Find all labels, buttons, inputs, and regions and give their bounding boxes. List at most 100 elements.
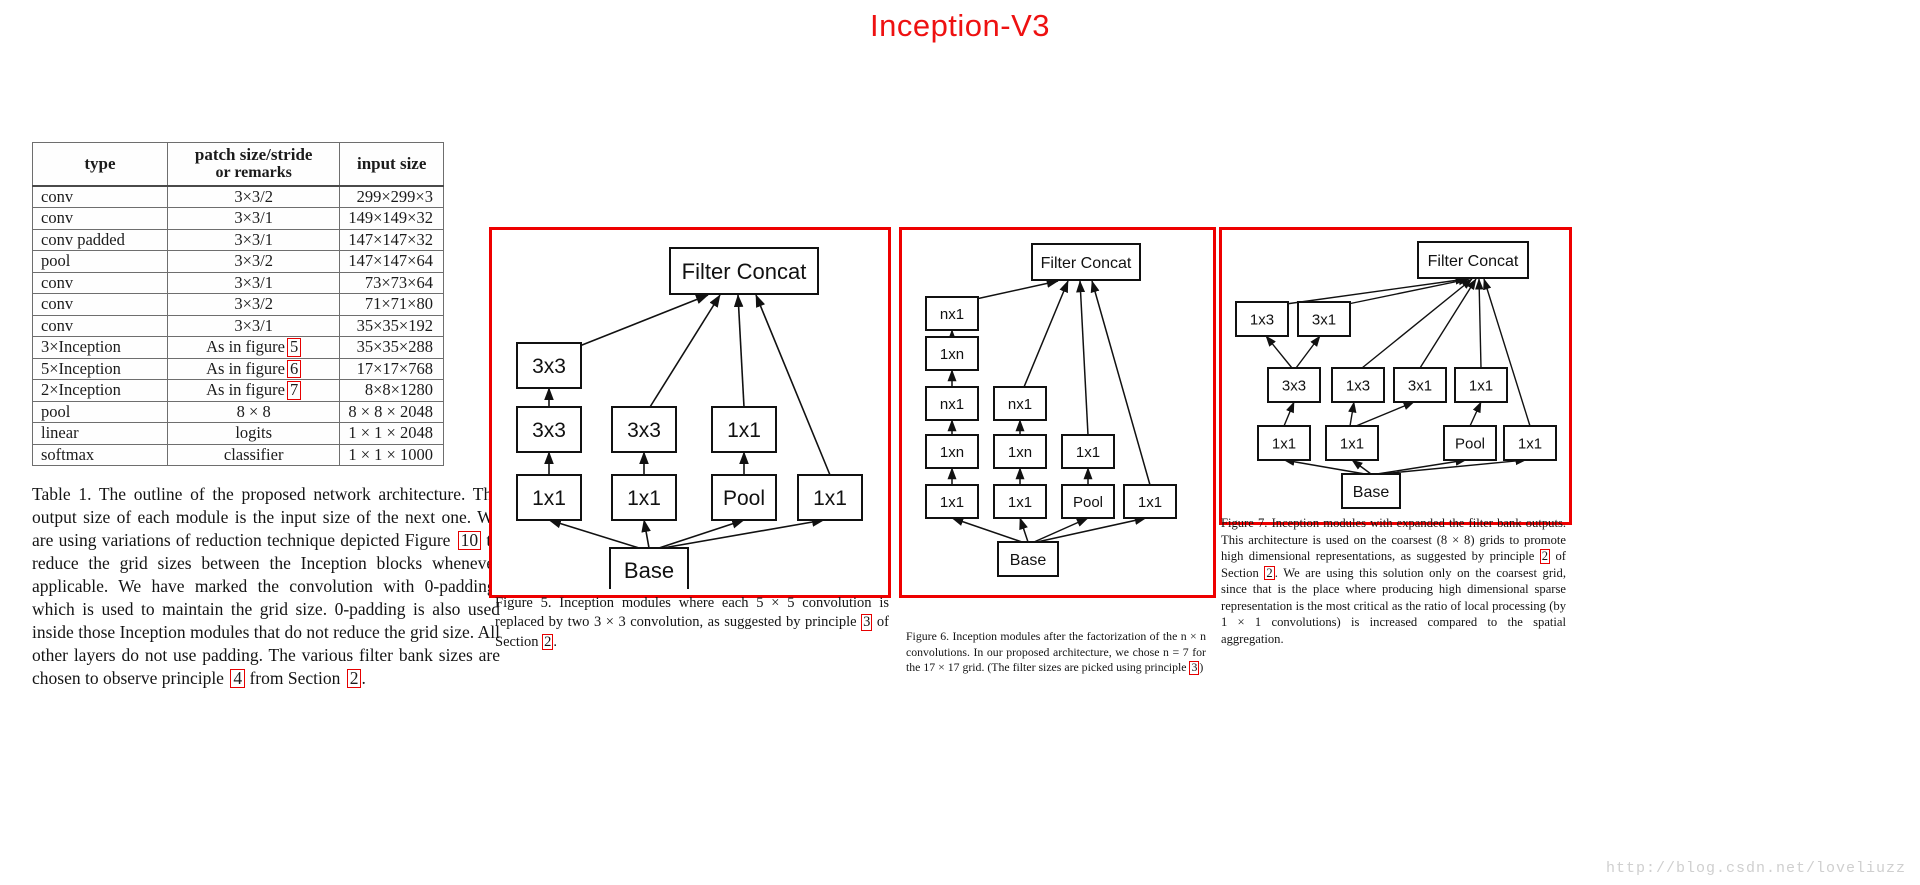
- node-filter-concat: Filter Concat: [1031, 243, 1141, 281]
- connector-arrow: [733, 294, 745, 408]
- node-label: 3x3: [532, 419, 566, 442]
- figure5-panel: Filter Concat 3x3 3x3 1x1 3x3 1x1 1x1 Pool 1x1 Ba…: [489, 227, 891, 598]
- node-label: 1x1: [1340, 435, 1364, 452]
- connector-arrow: [662, 517, 825, 549]
- figure-reference-link[interactable]: 7: [286, 381, 302, 400]
- node-label: 3x1: [1312, 311, 1336, 328]
- cell-type: conv: [32, 314, 168, 338]
- connector-arrow: [1355, 401, 1415, 427]
- node-label: 1x1: [532, 487, 566, 510]
- node-1x1-col3: 1x1: [1061, 434, 1115, 469]
- node-label: 3x3: [532, 355, 566, 378]
- connector-arrow: [1036, 516, 1147, 543]
- node-label: 1xn: [940, 346, 964, 363]
- node-1x1-bottom-2: 1x1: [1325, 425, 1379, 461]
- table-row: 5×Inception As in figure 6 17×17×768: [32, 357, 444, 381]
- col-header-patch-line1: patch size/stride: [194, 145, 313, 164]
- node-1x1-mid: 1x1: [1454, 367, 1508, 403]
- node-label: Filter Concat: [1041, 255, 1132, 272]
- cell-type: pool: [32, 400, 168, 424]
- figure7-diagram: Filter Concat 1x3 3x1 3x3 1x3 3x1 1x1 1x1 1x1 Poo…: [1235, 241, 1557, 509]
- node-1x1-bottom-1: 1x1: [1257, 425, 1311, 461]
- node-label: 1x3: [1250, 311, 1274, 328]
- node-label: Pool: [1455, 435, 1485, 452]
- node-base: Base: [609, 547, 689, 589]
- connector-arrow: [1033, 517, 1089, 543]
- cell-input-size: 71×71×80: [339, 293, 444, 316]
- reference-link[interactable]: 3: [1189, 661, 1200, 675]
- connector-arrow: [1283, 401, 1295, 427]
- table-row: linear logits 1 × 1 × 2048: [32, 422, 444, 445]
- figure7-caption: Figure 7. Inception modules with expande…: [1221, 516, 1567, 646]
- cell-input-size: 1 × 1 × 1000: [339, 443, 444, 467]
- node-label: nx1: [940, 306, 964, 323]
- cell-input-size: 17×17×768: [339, 357, 444, 381]
- reference-link[interactable]: 2: [1264, 565, 1275, 581]
- figure5-caption: Figure 5. Inception modules where each 5…: [495, 595, 889, 651]
- reference-link[interactable]: 4: [230, 668, 246, 688]
- node-label: 3x3: [1282, 377, 1306, 394]
- node-label: 3x3: [627, 419, 661, 442]
- cell-type: 3×Inception: [32, 336, 168, 359]
- reference-link[interactable]: 2: [542, 633, 554, 651]
- reference-link[interactable]: 3: [861, 614, 873, 631]
- architecture-table: type patch size/stride or remarks input …: [32, 141, 444, 467]
- node-base: Base: [997, 541, 1059, 577]
- reference-link[interactable]: 2: [346, 668, 362, 688]
- node-label: 1x1: [940, 494, 964, 511]
- node-1x1-col2: 1x1: [611, 474, 677, 521]
- table-row: conv 3×3/2 71×71×80: [32, 293, 444, 316]
- cell-input-size: 73×73×64: [339, 271, 444, 295]
- figure-reference-link[interactable]: 6: [286, 359, 302, 379]
- connector-arrow: [951, 517, 1023, 543]
- connector-arrow: [1361, 278, 1473, 369]
- cell-type: 2×Inception: [32, 379, 168, 402]
- figure-reference-link[interactable]: 5: [286, 338, 302, 357]
- connector-arrow: [1265, 335, 1293, 369]
- connector-arrow: [548, 518, 640, 549]
- cell-input-size: 147×147×32: [339, 228, 444, 252]
- node-3x3-col2: 3x3: [611, 406, 677, 453]
- col-header-type: type: [32, 141, 168, 187]
- cell-patch: logits: [166, 422, 341, 445]
- node-label: Filter Concat: [1428, 253, 1519, 270]
- cell-type: conv padded: [32, 228, 168, 252]
- node-1xn-col1-upper: 1xn: [925, 336, 979, 371]
- reference-link[interactable]: 2: [1539, 549, 1551, 564]
- table-row: softmax classifier 1 × 1 × 1000: [32, 443, 444, 467]
- connector-arrow: [1023, 280, 1069, 388]
- table-header-row: type patch size/stride or remarks input …: [32, 141, 444, 187]
- connector-arrow: [975, 279, 1059, 300]
- col-header-input: input size: [339, 141, 444, 187]
- node-3x1-top: 3x1: [1297, 301, 1351, 337]
- node-label: Pool: [1073, 494, 1103, 511]
- connector-arrow: [1295, 335, 1321, 369]
- cell-patch: 3×3/1: [166, 314, 341, 338]
- connector-arrow: [1469, 401, 1482, 427]
- cell-patch: 3×3/1: [166, 228, 341, 252]
- table-row: 2×Inception As in figure 7 8×8×1280: [32, 379, 444, 402]
- cell-patch: 8 × 8: [166, 400, 341, 424]
- node-label: 1x1: [727, 419, 761, 442]
- node-1x1-col1: 1x1: [925, 484, 979, 519]
- node-nx1-col1-lower: nx1: [925, 386, 979, 421]
- connector-arrow: [658, 519, 745, 549]
- connector-arrow: [649, 294, 721, 408]
- table-caption: Table 1. The outline of the proposed net…: [32, 484, 500, 688]
- reference-link[interactable]: 10: [457, 530, 482, 551]
- cell-patch: As in figure 6: [166, 357, 341, 381]
- node-1x1-col2: 1x1: [993, 484, 1047, 519]
- connector-arrow: [576, 294, 709, 348]
- node-label: Base: [1353, 484, 1390, 501]
- node-nx1-col1-top: nx1: [925, 296, 979, 331]
- cell-patch: 3×3/2: [166, 250, 341, 273]
- table-column: type patch size/stride or remarks input …: [32, 141, 500, 689]
- table-row: conv 3×3/1 73×73×64: [32, 271, 444, 295]
- cell-type: conv: [32, 293, 168, 316]
- cell-type: conv: [32, 185, 168, 209]
- cell-input-size: 299×299×3: [339, 185, 444, 209]
- figure5-diagram: Filter Concat 3x3 3x3 1x1 3x3 1x1 1x1 Pool 1x1 Ba…: [516, 247, 863, 589]
- connector-arrow: [1283, 457, 1366, 475]
- table-body: conv 3×3/2 299×299×3 conv 3×3/1 149×149×32 con…: [32, 185, 444, 467]
- node-label: 1x1: [813, 487, 847, 510]
